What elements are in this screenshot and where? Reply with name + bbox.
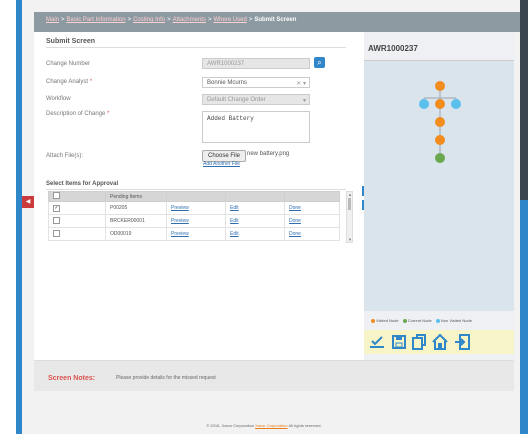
current-legend-dot xyxy=(402,318,407,323)
row-select-cell xyxy=(48,227,106,241)
breadcrumb-current: Submit Screen xyxy=(254,17,297,23)
preview-link[interactable]: Preview xyxy=(171,205,189,211)
edit-link[interactable]: Edit xyxy=(230,205,239,211)
section-divider xyxy=(46,47,346,48)
row-checkbox[interactable] xyxy=(53,216,60,224)
home-icon[interactable] xyxy=(431,333,449,351)
breadcrumb-costing-info[interactable]: Costing Info xyxy=(133,17,165,23)
breadcrumb-main[interactable]: Main xyxy=(46,17,59,23)
screen-notes-bar xyxy=(34,360,514,391)
table-row: OD00019 Preview Edit Done xyxy=(48,227,340,241)
copy-icon[interactable] xyxy=(410,333,428,351)
done-link[interactable]: Done xyxy=(289,231,301,237)
workflow-select: Default Change Order ▾ xyxy=(202,94,310,105)
workflow-title: AWR1000237 xyxy=(368,44,418,53)
edit-link[interactable]: Edit xyxy=(230,231,239,237)
column-header-preview xyxy=(166,191,226,202)
footer-copyright: © 2016, Xavor Corporation xyxy=(206,423,255,428)
workflow-label: Workflow xyxy=(46,96,71,102)
search-button[interactable]: ⌕ xyxy=(314,57,325,68)
change-analyst-select[interactable]: Bonnie Mcurns ✕ ▾ xyxy=(202,77,310,88)
search-icon: ⌕ xyxy=(317,58,322,67)
breadcrumb-where-used[interactable]: Where Used xyxy=(214,17,247,23)
change-number-label: Change Number xyxy=(46,61,91,67)
done-link[interactable]: Done xyxy=(289,205,301,211)
legend-non-visited: Non Visited Node xyxy=(440,318,472,323)
workflow-legend: Visited Node Current Node Non Visited No… xyxy=(368,318,472,323)
breadcrumb-basic-part-information[interactable]: Basic Part Information xyxy=(67,17,126,23)
table-scrollbar[interactable]: ▲ ▼ xyxy=(346,191,353,243)
footer-rights: All rights reserved. xyxy=(288,423,322,428)
row-select-cell xyxy=(48,214,106,228)
breadcrumb: Main > Basic Part Information > Costing Info… xyxy=(46,17,297,23)
column-header-edit xyxy=(225,191,285,202)
workflow-node-visited[interactable] xyxy=(435,117,445,127)
scroll-up-icon[interactable]: ▲ xyxy=(348,192,352,197)
table-row: ✓ P00205 Preview Edit Done xyxy=(48,201,340,215)
attach-files-label: Attach File(s): xyxy=(46,153,84,159)
workflow-node-non-visited[interactable] xyxy=(419,99,429,109)
workflow-value: Default Change Order xyxy=(207,97,266,103)
table-row: BRCKER00001 Preview Edit Done xyxy=(48,214,340,228)
section-title: Submit Screen xyxy=(46,38,96,45)
workflow-diagram xyxy=(419,81,461,163)
workflow-node-visited[interactable] xyxy=(435,81,445,91)
non-visited-legend-dot xyxy=(435,318,440,323)
row-checkbox[interactable]: ✓ xyxy=(53,204,60,212)
description-label: Description of Change * xyxy=(46,111,110,117)
screen-notes-label: Screen Notes: xyxy=(48,375,96,382)
preview-link[interactable]: Preview xyxy=(171,231,189,237)
exit-icon[interactable] xyxy=(453,333,471,351)
change-analyst-label: Change Analyst * xyxy=(46,79,93,85)
preview-link[interactable]: Preview xyxy=(171,218,189,224)
pending-item-cell: P00205 xyxy=(105,201,167,215)
description-textarea[interactable]: Added Battery xyxy=(202,111,310,143)
workflow-node-visited[interactable] xyxy=(435,135,445,145)
clear-and-dropdown-icon[interactable]: ✕ ▾ xyxy=(296,80,306,87)
select-all-header[interactable] xyxy=(48,191,106,202)
visited-legend-dot xyxy=(371,318,375,323)
footer: © 2016, Xavor Corporation Xavor Corporat… xyxy=(0,423,528,428)
scrollbar-thumb[interactable] xyxy=(348,198,351,210)
row-checkbox[interactable] xyxy=(53,229,60,237)
selected-file-name: new battery.png xyxy=(247,151,290,157)
table-divider xyxy=(46,189,346,190)
workflow-node-current[interactable] xyxy=(435,153,445,163)
scrollbar-track[interactable] xyxy=(520,0,528,200)
change-analyst-value: Bonnie Mcurns xyxy=(207,80,248,86)
workflow-node-visited[interactable] xyxy=(435,99,445,109)
select-all-checkbox[interactable] xyxy=(53,192,60,199)
row-select-cell: ✓ xyxy=(48,201,106,215)
approval-table: Pending Items ✓ P00205 Preview Edit Done… xyxy=(48,191,340,241)
approve-icon[interactable] xyxy=(368,333,386,351)
footer-company-link[interactable]: Xavor Corporation xyxy=(255,423,287,428)
add-another-file-link[interactable]: Add Another File xyxy=(203,161,240,167)
table-header-row: Pending Items xyxy=(48,191,340,202)
save-icon[interactable] xyxy=(390,333,408,351)
pending-item-cell: OD00019 xyxy=(105,227,167,241)
column-header-done xyxy=(284,191,340,202)
change-number-field: AWR1000237 xyxy=(202,58,310,69)
column-header-pending-items: Pending Items xyxy=(105,191,167,202)
edit-link[interactable]: Edit xyxy=(230,218,239,224)
scroll-down-icon[interactable]: ▼ xyxy=(348,237,352,242)
done-link[interactable]: Done xyxy=(289,218,301,224)
breadcrumb-attachments[interactable]: Attachments xyxy=(173,17,206,23)
approval-table-title: Select Items for Approval xyxy=(46,181,119,187)
collapse-left-button[interactable]: ◀ xyxy=(22,196,34,208)
pending-item-cell: BRCKER00001 xyxy=(105,214,167,228)
workflow-node-non-visited[interactable] xyxy=(451,99,461,109)
legend-current: Current Node xyxy=(407,318,432,323)
chevron-down-icon: ▾ xyxy=(302,98,306,104)
legend-visited: Visited Node xyxy=(376,318,399,323)
screen-notes-text: Please provide details for the missed re… xyxy=(116,375,216,381)
